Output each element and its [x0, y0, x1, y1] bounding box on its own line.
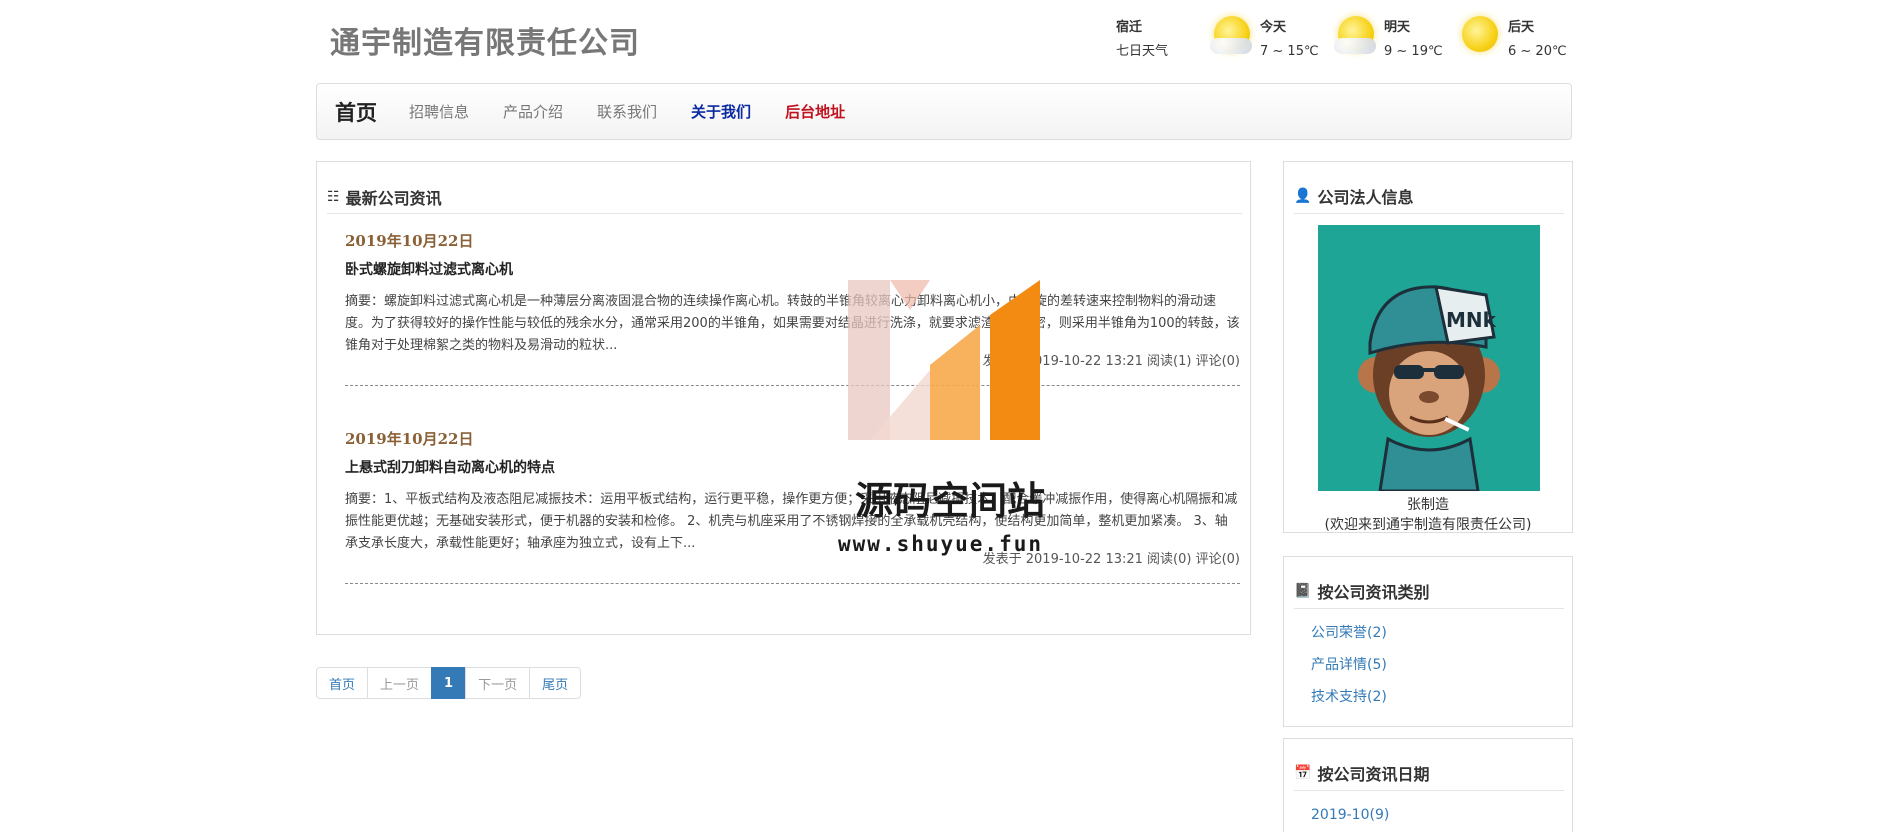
- date-panel-heading: 📅 按公司资讯日期: [1294, 755, 1564, 791]
- news-panel: ☷ 最新公司资讯 2019年10月22日 卧式螺旋卸料过滤式离心机 摘要：螺旋卸…: [316, 161, 1251, 635]
- nav-products[interactable]: 产品介绍: [503, 101, 563, 122]
- list-icon: ☷: [327, 188, 340, 205]
- page-next-button[interactable]: 下一页: [465, 667, 531, 699]
- nav-jobs[interactable]: 招聘信息: [409, 101, 469, 122]
- weather-widget[interactable]: 宿迁 七日天气 今天 7 ~ 15℃ 明天 9 ~ 19℃ 后天 6 ~ 20℃: [1116, 10, 1570, 70]
- weather-day-today: 今天 7 ~ 15℃: [1210, 10, 1334, 64]
- date-panel-title: 按公司资讯日期: [1317, 764, 1430, 784]
- category-list: 公司荣誉(2) 产品详情(5) 技术支持(2): [1311, 617, 1387, 713]
- main-navbar: 首页 招聘信息 产品介绍 联系我们 关于我们 后台地址: [316, 83, 1572, 140]
- category-panel-heading: 📓 按公司资讯类别: [1294, 573, 1564, 609]
- monkey-avatar-image: MNk: [1358, 285, 1500, 491]
- weather-day-label: 明天: [1384, 20, 1411, 35]
- nav-about[interactable]: 关于我们: [691, 101, 751, 122]
- weather-day-temp: 6 ~ 20℃: [1508, 44, 1567, 59]
- book-icon: 📓: [1294, 582, 1312, 599]
- weather-city: 宿迁 七日天气: [1116, 10, 1210, 64]
- weather-day-after: 后天 6 ~ 20℃: [1458, 10, 1570, 64]
- page-last-button[interactable]: 尾页: [529, 667, 582, 699]
- svg-text:MNk: MNk: [1446, 308, 1497, 332]
- owner-name: 张制造: [1407, 497, 1449, 513]
- calendar-icon: 📅: [1294, 764, 1312, 781]
- weather-day-temp: 7 ~ 15℃: [1260, 44, 1319, 59]
- owner-panel: 👤 公司法人信息 MNk 张制造 (欢迎来到通宇制造有限责任公司): [1283, 161, 1573, 533]
- site-logo[interactable]: 通宇制造有限责任公司: [330, 18, 640, 62]
- article-meta: 发表于 2019-10-22 13:21 阅读(0) 评论(0): [982, 552, 1240, 567]
- date-link[interactable]: 2019-10(9): [1311, 799, 1389, 831]
- article-summary: 摘要：螺旋卸料过滤式离心机是一种薄层分离液固混合物的连续操作离心机。转鼓的半锥角…: [345, 294, 1240, 353]
- category-link[interactable]: 产品详情(5): [1311, 649, 1387, 681]
- nav-admin[interactable]: 后台地址: [785, 101, 845, 122]
- category-link[interactable]: 技术支持(2): [1311, 681, 1387, 713]
- category-panel-title: 按公司资讯类别: [1317, 582, 1430, 602]
- sun-cloud-icon: [1210, 14, 1256, 60]
- pagination: 首页 上一页 1 下一页 尾页: [316, 667, 582, 699]
- weather-city-name: 宿迁: [1116, 20, 1143, 35]
- news-article: 2019年10月22日 卧式螺旋卸料过滤式离心机 摘要：螺旋卸料过滤式离心机是一…: [345, 226, 1240, 386]
- news-panel-heading: ☷ 最新公司资讯: [327, 180, 1242, 214]
- article-title-link[interactable]: 上悬式刮刀卸料自动离心机的特点: [345, 457, 1240, 477]
- category-panel: 📓 按公司资讯类别 公司荣誉(2) 产品详情(5) 技术支持(2): [1283, 556, 1573, 727]
- article-date: 2019年10月22日: [345, 430, 474, 448]
- owner-panel-heading: 👤 公司法人信息: [1294, 178, 1564, 214]
- news-article: 2019年10月22日 上悬式刮刀卸料自动离心机的特点 摘要：1、平板式结构及液…: [345, 424, 1240, 584]
- page-first-button[interactable]: 首页: [316, 667, 369, 699]
- nav-home[interactable]: 首页: [335, 97, 377, 127]
- owner-welcome: (欢迎来到通宇制造有限责任公司): [1324, 517, 1532, 533]
- article-date: 2019年10月22日: [345, 232, 474, 250]
- date-panel: 📅 按公司资讯日期 2019-10(9): [1283, 738, 1573, 832]
- sun-icon: [1458, 14, 1504, 60]
- sun-cloud-icon: [1334, 14, 1380, 60]
- article-title-link[interactable]: 卧式螺旋卸料过滤式离心机: [345, 259, 1240, 279]
- weather-subtitle: 七日天气: [1116, 44, 1169, 59]
- owner-panel-title: 公司法人信息: [1317, 187, 1414, 207]
- category-link[interactable]: 公司荣誉(2): [1311, 617, 1387, 649]
- page-prev-button[interactable]: 上一页: [367, 667, 433, 699]
- article-summary: 摘要：1、平板式结构及液态阻尼减振技术：运用平板式结构，运行更平稳，操作更方便；…: [345, 492, 1238, 551]
- user-icon: 👤: [1294, 187, 1312, 204]
- weather-day-label: 后天: [1508, 20, 1535, 35]
- weather-day-label: 今天: [1260, 20, 1287, 35]
- avatar: MNk: [1318, 225, 1540, 491]
- article-meta: 发表于 2019-10-22 13:21 阅读(1) 评论(0): [982, 354, 1240, 369]
- site-header: 通宇制造有限责任公司 宿迁 七日天气 今天 7 ~ 15℃ 明天 9 ~ 19℃…: [330, 0, 1570, 80]
- date-list: 2019-10(9): [1311, 799, 1389, 831]
- nav-contact[interactable]: 联系我们: [597, 101, 657, 122]
- weather-day-tomorrow: 明天 9 ~ 19℃: [1334, 10, 1458, 64]
- news-panel-title: 最新公司资讯: [345, 188, 442, 208]
- weather-day-temp: 9 ~ 19℃: [1384, 44, 1443, 59]
- page-number-button[interactable]: 1: [431, 667, 467, 699]
